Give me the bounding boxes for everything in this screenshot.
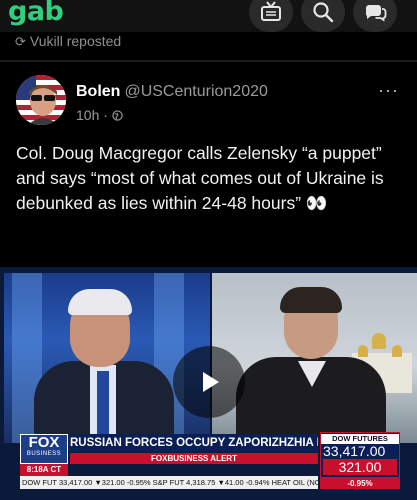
search-icon [313, 2, 334, 23]
author-handle[interactable]: @USCenturion2020 [124, 83, 267, 100]
brand-alert: FOXBUSINESS ALERT [70, 453, 318, 464]
news-chyron: FOX BUSINESS RUSSIAN FORCES OCCUPY ZAPOR… [20, 432, 400, 490]
gab-logo[interactable]: gab [8, 0, 64, 27]
more-options-button[interactable]: ··· [378, 80, 399, 101]
avatar[interactable] [16, 75, 66, 125]
logo-top: FOX [28, 434, 60, 451]
dow-futures-box: DOW FUTURES 33,417.00 321.00 [320, 432, 400, 478]
repost-indicator[interactable]: ⟳ Vukill reposted [15, 32, 121, 50]
logo-bottom: BUSINESS [26, 451, 62, 457]
globe-icon [112, 107, 123, 123]
author-name[interactable]: Bolen [76, 83, 120, 100]
video-right-panel [212, 273, 417, 447]
meta-dot: · [103, 107, 112, 123]
dow-change: 321.00 [323, 459, 397, 475]
dow-value: 33,417.00 [323, 443, 386, 459]
post-text: Col. Doug Macgregor calls Zelensky “a pu… [16, 143, 384, 213]
repost-text: Vukill reposted [29, 33, 122, 49]
dow-percent: -0.95% [320, 478, 400, 489]
chat-button[interactable] [353, 0, 397, 32]
tv-icon [261, 1, 281, 21]
video-left-panel [4, 273, 210, 451]
tv-button[interactable] [249, 0, 293, 32]
chat-icon [365, 5, 387, 22]
divider [0, 60, 417, 62]
play-button[interactable] [173, 346, 245, 418]
post-time[interactable]: 10h [76, 107, 99, 123]
search-button[interactable] [301, 0, 345, 32]
market-ticker: DOW FUT 33,417.00 ▼321.00 -0.95% S&P FUT… [20, 476, 318, 489]
top-bar: gab [0, 0, 417, 32]
author-line[interactable]: Bolen @USCenturion2020 [76, 82, 268, 102]
repost-icon: ⟳ [15, 34, 26, 49]
broadcast-time: 8:18A CT [20, 464, 68, 476]
post-meta: 10h · [76, 106, 123, 124]
video-player[interactable]: FOX BUSINESS RUSSIAN FORCES OCCUPY ZAPOR… [0, 267, 417, 500]
ticker-line: DOW FUT 33,417.00 ▼321.00 -0.95% S&P FUT… [22, 478, 318, 487]
avatar-image [16, 75, 66, 125]
play-icon [203, 372, 219, 392]
fox-business-logo: FOX BUSINESS [20, 434, 68, 464]
chyron-headline: RUSSIAN FORCES OCCUPY ZAPORIZHZHIA NUCLE… [70, 434, 318, 452]
